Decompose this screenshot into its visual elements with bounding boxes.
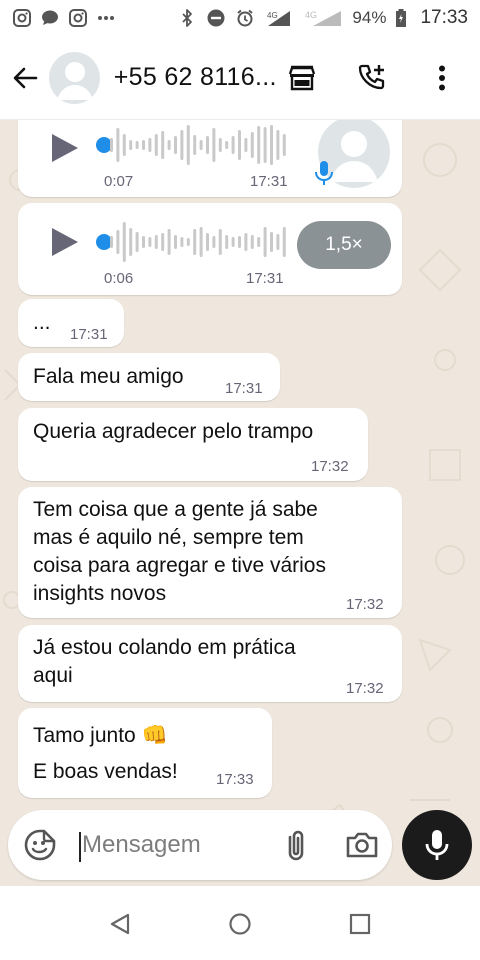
alarm-icon (235, 8, 255, 28)
emoji-icon[interactable] (22, 827, 58, 863)
playback-speed-button[interactable]: 1,5× (297, 221, 391, 269)
clock: 17:33 (420, 7, 468, 28)
back-triangle-icon[interactable] (106, 910, 134, 938)
text-message[interactable]: Fala meu amigo 17:31 (18, 353, 280, 401)
signal-icon: 4G (303, 8, 343, 28)
message-time: 17:32 (346, 596, 384, 613)
audio-duration: 0:07 (104, 173, 134, 190)
message-time: 17:32 (346, 680, 384, 697)
message-text: Fala meu amigo (33, 365, 184, 388)
message-text: Queria agradecer pelo trampo (33, 420, 314, 443)
chat-bubble-icon (40, 8, 60, 28)
more-vertical-icon[interactable] (420, 56, 464, 100)
play-icon[interactable] (48, 132, 80, 164)
back-arrow-icon (14, 67, 38, 88)
battery-icon (395, 8, 407, 28)
message-text-line: insights novos (33, 582, 167, 605)
attach-icon[interactable] (278, 827, 314, 863)
more-dots-icon (96, 8, 116, 28)
contact-name[interactable]: +55 62 8116... (114, 63, 280, 92)
text-message[interactable]: Queria agradecer pelo trampo 17:32 (18, 408, 368, 481)
svg-text:4G: 4G (267, 11, 278, 20)
message-text-line: Já estou colando em prática (33, 636, 296, 659)
audio-duration: 0:06 (104, 270, 134, 287)
message-time: 17:31 (70, 326, 108, 343)
camera-icon[interactable] (344, 827, 380, 863)
recents-square-icon[interactable] (346, 910, 374, 938)
system-nav-bar (0, 886, 480, 960)
text-message[interactable]: ... 17:31 (18, 299, 124, 347)
svg-text:4G: 4G (305, 10, 317, 20)
home-circle-icon[interactable] (226, 910, 254, 938)
message-text-line: aqui (33, 664, 73, 687)
message-input[interactable] (82, 827, 272, 863)
bluetooth-icon (177, 8, 197, 28)
message-composer (8, 810, 392, 880)
message-time: 17:31 (225, 380, 263, 397)
message-text-line: Tem coisa que a gente já sabe (33, 498, 318, 521)
message-text-line: E boas vendas! (33, 760, 178, 783)
mic-button[interactable] (402, 810, 472, 880)
play-icon[interactable] (48, 226, 80, 258)
text-message[interactable]: Já estou colando em prática aqui 17:32 (18, 625, 402, 702)
instagram-icon (68, 8, 88, 28)
instagram-icon (12, 8, 32, 28)
back-button[interactable] (2, 54, 49, 102)
chat-area[interactable]: 0:07 17:31 0:06 17:31 1,5× ... 17:31 Fal… (0, 120, 480, 886)
audio-waveform[interactable] (110, 123, 290, 167)
status-bar: 4G 4G 94% 17:33 (0, 0, 480, 36)
shop-icon[interactable] (280, 56, 324, 100)
text-message[interactable]: Tamo junto 👊 E boas vendas! 17:33 (18, 708, 272, 798)
message-time: 17:32 (311, 458, 349, 475)
mic-badge-icon (315, 161, 333, 185)
signal-icon: 4G (264, 8, 294, 28)
chat-header: +55 62 8116... (0, 36, 480, 120)
add-call-icon[interactable] (350, 56, 394, 100)
audio-message[interactable]: 0:07 17:31 (18, 120, 402, 197)
text-message[interactable]: Tem coisa que a gente já sabe mas é aqui… (18, 487, 402, 618)
avatar[interactable] (48, 51, 100, 104)
do-not-disturb-icon (206, 8, 226, 28)
text-cursor (79, 832, 81, 862)
message-text-line: coisa para agregar e tive vários (33, 554, 326, 577)
mic-icon (425, 830, 449, 860)
message-time: 17:31 (246, 270, 284, 287)
battery-percent: 94% (352, 8, 387, 27)
message-text: ... (33, 311, 51, 334)
audio-message[interactable]: 0:06 17:31 1,5× (18, 203, 402, 295)
message-time: 17:31 (250, 173, 288, 190)
message-text-line: mas é aquilo né, sempre tem (33, 526, 304, 549)
message-text-line: Tamo junto 👊 (33, 724, 168, 747)
audio-waveform[interactable] (110, 220, 290, 264)
message-time: 17:33 (216, 771, 254, 788)
